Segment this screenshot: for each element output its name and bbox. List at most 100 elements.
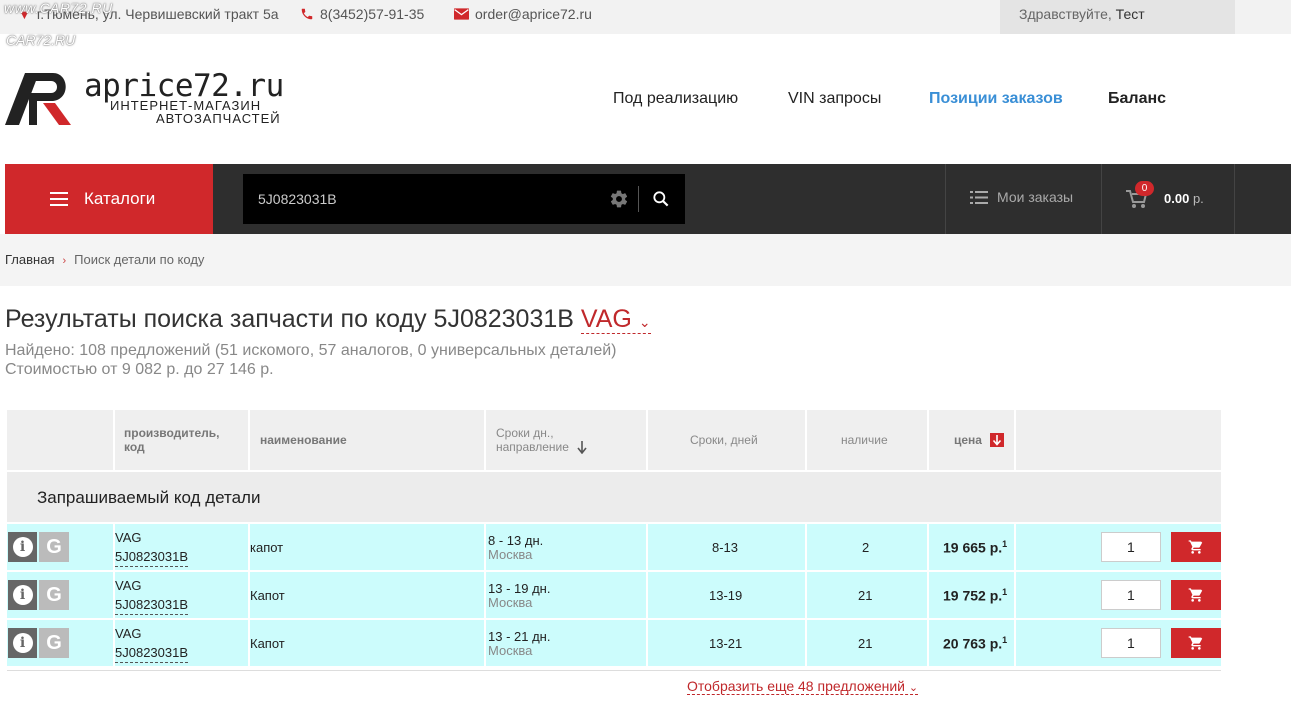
nav-order-items[interactable]: Позиции заказов (929, 90, 1063, 108)
google-icon: G (46, 583, 62, 606)
delivery-term: 8 - 13 дн. (488, 533, 544, 548)
add-to-cart-button[interactable] (1171, 628, 1221, 658)
cart-icon (1188, 636, 1203, 650)
price-value: 19 752 р. (943, 587, 1003, 604)
column-header-terms[interactable]: Сроки дн., направление (496, 410, 587, 470)
part-name: Капот (250, 636, 285, 651)
page-title-text: Результаты поиска запчасти по коду 5J082… (5, 305, 574, 333)
column-divider (113, 410, 115, 470)
column-divider (248, 410, 250, 470)
days-cell: 13-19 (709, 588, 743, 603)
add-to-cart-button[interactable] (1171, 532, 1221, 562)
section-title-requested: Запрашиваемый код детали (7, 472, 1221, 522)
quantity-input[interactable]: 1 (1101, 532, 1161, 562)
info-button[interactable]: i (8, 532, 37, 562)
column-divider (927, 410, 929, 470)
phone-item[interactable]: 8(3452)57-91-35 (300, 6, 424, 22)
price-range: Стоимостью от 9 082 р. до 27 146 р. (5, 361, 274, 378)
search-box (243, 174, 685, 224)
mail-icon (454, 8, 469, 20)
info-button[interactable]: i (8, 628, 37, 658)
brand-dropdown[interactable]: VAG ⌄ (580, 305, 651, 334)
column-header-price[interactable]: цена (954, 410, 1004, 470)
phone-icon (301, 8, 313, 20)
search-input[interactable] (243, 174, 603, 224)
google-icon: G (46, 535, 62, 558)
add-to-cart-button[interactable] (1171, 580, 1221, 610)
info-button[interactable]: i (8, 580, 37, 610)
column-header-maker-line2: код (124, 440, 145, 454)
column-header-terms-text: Сроки дн., направление (496, 426, 569, 454)
column-divider (646, 524, 648, 668)
nav-balance[interactable]: Баланс (1108, 90, 1166, 108)
cart-icon (1188, 540, 1203, 554)
user-greeting[interactable]: Здравствуйте, Тест (1000, 0, 1235, 34)
delivery-term: 13 - 19 дн. (488, 581, 551, 596)
column-divider (1014, 524, 1016, 668)
part-code: 5J0823031B (115, 643, 189, 663)
sort-desc-icon (989, 433, 1004, 447)
price-note: 1 (1002, 635, 1008, 645)
breadcrumb-current: Поиск детали по коду (74, 252, 205, 267)
email-text: order@aprice72.ru (475, 6, 592, 22)
maker-cell[interactable]: VAG 5J0823031B (115, 624, 189, 663)
results-count: Найдено: 108 предложений (51 искомого, 5… (5, 342, 617, 359)
catalog-button[interactable]: Каталоги (5, 164, 213, 234)
show-more-label: Отобразить еще 48 предложений (687, 678, 905, 694)
catalog-label: Каталоги (84, 189, 156, 208)
list-icon (970, 190, 988, 204)
watermark-text: www.CAR72.RU (4, 0, 113, 16)
column-divider (484, 524, 486, 668)
google-search-button[interactable]: G (39, 628, 69, 658)
column-header-stock[interactable]: наличие (841, 410, 888, 470)
search-icon[interactable] (651, 189, 671, 209)
chevron-down-icon: ⌄ (638, 314, 651, 330)
menu-icon (50, 192, 68, 206)
search-divider (638, 186, 639, 212)
part-name: капот (250, 540, 284, 555)
maker-cell[interactable]: VAG 5J0823031B (115, 576, 189, 615)
column-header-maker[interactable]: производитель, код (124, 410, 220, 470)
phone-text: 8(3452)57-91-35 (320, 6, 425, 22)
maker-cell[interactable]: VAG 5J0823031B (115, 528, 189, 567)
column-header-price-label: цена (954, 433, 982, 447)
greeting-text: Здравствуйте, (1019, 6, 1112, 22)
stock-cell: 21 (858, 636, 873, 651)
maker-brand: VAG (115, 626, 142, 641)
logo-icon[interactable] (5, 73, 75, 125)
delivery-city: Москва (488, 595, 533, 610)
quantity-input[interactable]: 1 (1101, 628, 1161, 658)
info-icon: i (12, 585, 33, 605)
info-icon: i (12, 633, 33, 653)
part-code: 5J0823031B (115, 547, 189, 567)
days-cell: 13-21 (709, 636, 743, 651)
my-orders-link[interactable]: Мои заказы (970, 189, 1073, 205)
chevron-right-icon: › (62, 255, 67, 267)
user-name: Тест (1115, 6, 1145, 22)
part-code: 5J0823031B (115, 595, 189, 615)
google-search-button[interactable]: G (39, 532, 69, 562)
column-header-maker-line1: производитель, (124, 426, 220, 440)
google-search-button[interactable]: G (39, 580, 69, 610)
gear-icon[interactable] (609, 189, 629, 209)
delivery-cell: 8 - 13 дн. Москва (488, 534, 543, 562)
column-divider (805, 524, 807, 668)
table-row: i G VAG 5J0823031B Капот 13 - 21 дн. Мос… (7, 620, 1221, 666)
column-header-name[interactable]: наименование (260, 410, 347, 470)
my-orders-label: Мои заказы (997, 189, 1074, 205)
cart-currency: р. (1192, 191, 1204, 206)
delivery-cell: 13 - 21 дн. Москва (488, 630, 550, 658)
breadcrumb-home[interactable]: Главная (5, 252, 54, 267)
show-more-link[interactable]: Отобразить еще 48 предложений ⌄ (687, 678, 919, 695)
column-header-days[interactable]: Сроки, дней (690, 410, 758, 470)
page-title: Результаты поиска запчасти по коду 5J082… (5, 305, 651, 334)
cart-total[interactable]: 0.00 р. (1164, 191, 1204, 206)
breadcrumb: Главная › Поиск детали по коду (0, 234, 1291, 286)
delivery-city: Москва (488, 643, 533, 658)
price-note: 1 (1002, 539, 1008, 549)
email-item[interactable]: order@aprice72.ru (454, 6, 592, 22)
nav-consignment[interactable]: Под реализацию (613, 90, 738, 108)
column-divider (805, 410, 807, 470)
quantity-input[interactable]: 1 (1101, 580, 1161, 610)
nav-vin-requests[interactable]: VIN запросы (788, 90, 881, 108)
